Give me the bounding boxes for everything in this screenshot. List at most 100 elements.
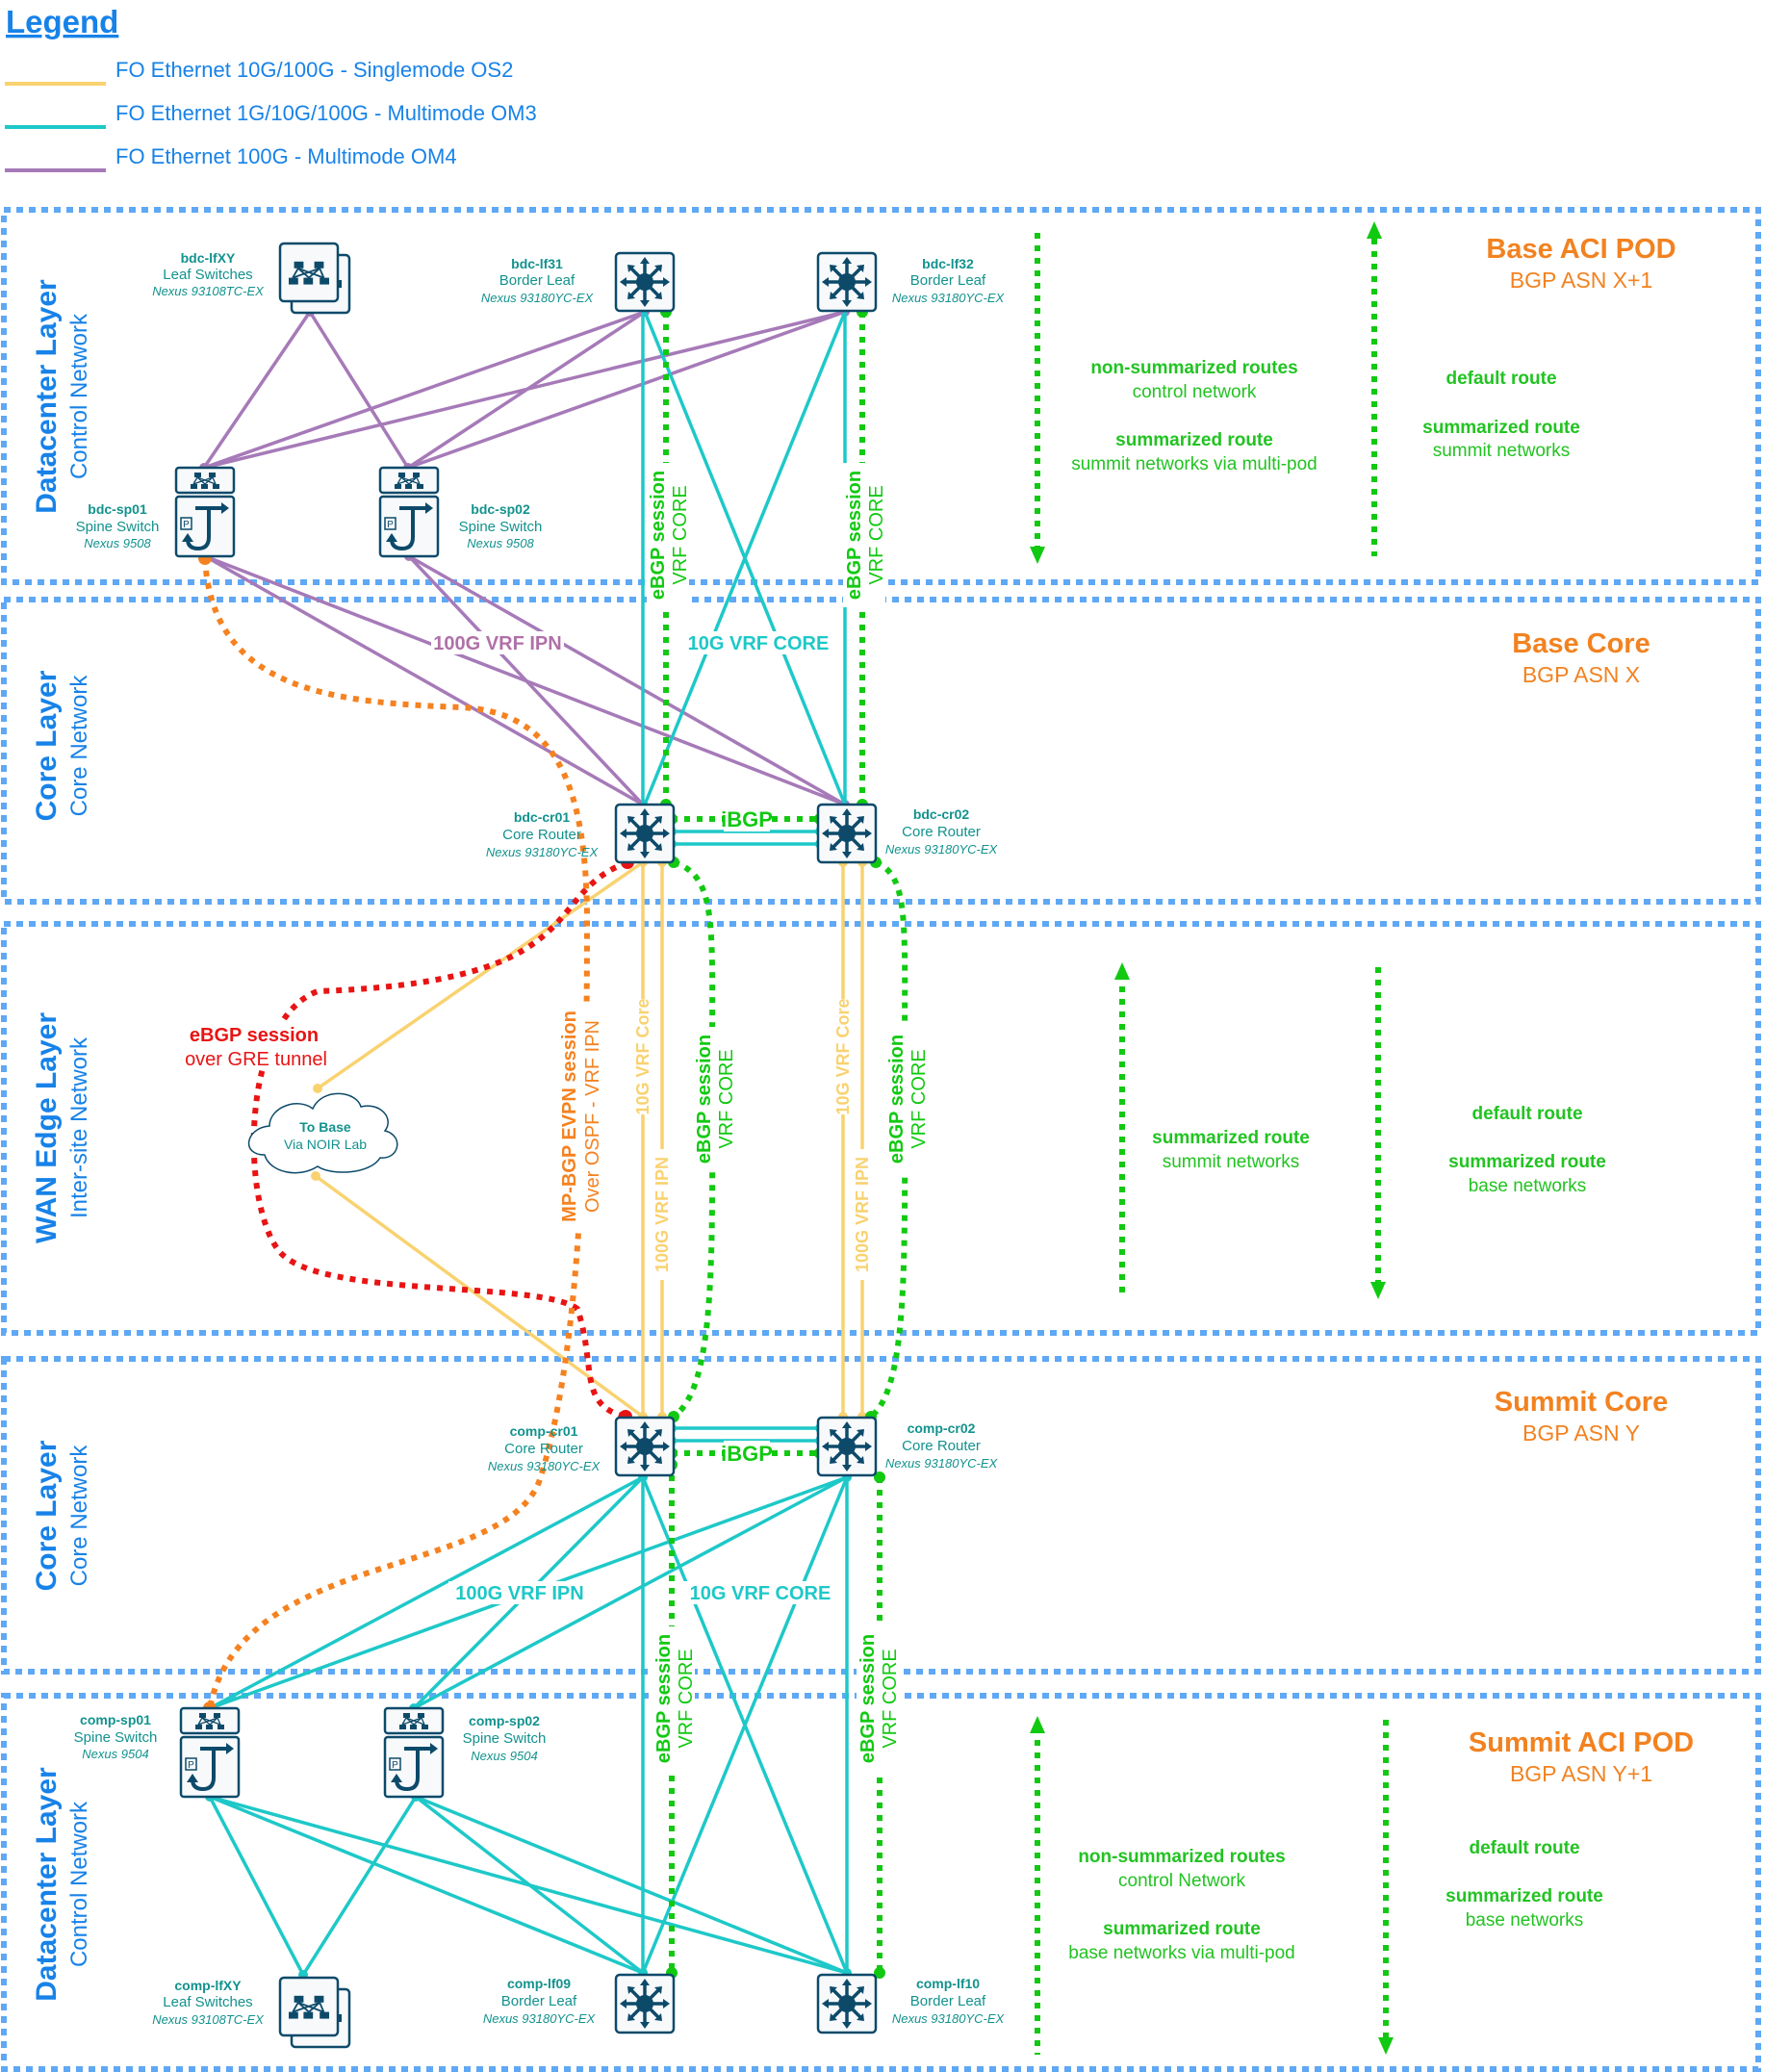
svg-text:10G VRF Core: 10G VRF Core xyxy=(833,998,853,1114)
svg-text:summit networks via multi-pod: summit networks via multi-pod xyxy=(1071,454,1317,474)
svg-text:Nexus 9508: Nexus 9508 xyxy=(467,536,534,550)
svg-text:Nexus 93180YC-EX: Nexus 93180YC-EX xyxy=(486,845,600,859)
svg-text:Spine Switch: Spine Switch xyxy=(74,1729,158,1746)
svg-text:Spine Switch: Spine Switch xyxy=(76,519,160,535)
svg-text:Nexus 93108TC-EX: Nexus 93108TC-EX xyxy=(152,2012,265,2027)
svg-text:comp-cr01: comp-cr01 xyxy=(510,1423,578,1439)
node-icon-comp-lfxy[interactable] xyxy=(280,1978,349,2047)
svg-text:base networks: base networks xyxy=(1469,1176,1587,1196)
svg-text:summarized route: summarized route xyxy=(1445,1886,1603,1906)
svg-text:bdc-sp02: bdc-sp02 xyxy=(471,501,530,517)
svg-text:eBGP session: eBGP session xyxy=(886,1035,908,1164)
node-label-comp-lf10: comp-lf10 Border Leaf Nexus 93180YC-EX xyxy=(892,1976,1006,2026)
legend-title: Legend xyxy=(6,4,118,39)
ebgp-label-wan-cr02: eBGP session VRF CORE xyxy=(885,1027,930,1171)
node-label-comp-sp01: comp-sp01 Spine Switch Nexus 9504 xyxy=(74,1712,158,1761)
layer-label-base-dc: Datacenter Layer Control Network xyxy=(31,279,92,514)
svg-text:Nexus 93180YC-EX: Nexus 93180YC-EX xyxy=(488,1459,601,1473)
svg-text:Core Router: Core Router xyxy=(502,827,581,843)
svg-text:non-summarized routes: non-summarized routes xyxy=(1090,358,1297,378)
node-icon-bdc-lf31[interactable] xyxy=(614,251,676,313)
node-icon-comp-lf10[interactable] xyxy=(816,1973,878,2034)
svg-text:Nexus 9508: Nexus 9508 xyxy=(84,536,151,550)
svg-text:comp-sp01: comp-sp01 xyxy=(80,1712,151,1727)
wan-label-10g-cr01: 10G VRF Core xyxy=(633,998,654,1115)
svg-text:BGP ASN X+1: BGP ASN X+1 xyxy=(1510,268,1653,293)
node-icon-bdc-sp01[interactable] xyxy=(176,468,234,556)
svg-text:summarized route: summarized route xyxy=(1103,1919,1261,1939)
layer-label-summit-dc: Datacenter Layer Control Network xyxy=(31,1767,92,2002)
svg-text:Via NOIR Lab: Via NOIR Lab xyxy=(284,1137,367,1152)
arrow-up-icon xyxy=(1367,221,1382,239)
links-summit-om3 xyxy=(208,1426,849,1976)
svg-text:comp-lf10: comp-lf10 xyxy=(916,1976,980,1991)
node-label-bdc-cr02: bdc-cr02 Core Router Nexus 93180YC-EX xyxy=(885,806,999,857)
svg-text:Border Leaf: Border Leaf xyxy=(499,272,576,289)
node-icon-bdc-cr02[interactable] xyxy=(816,803,878,864)
svg-text:summarized route: summarized route xyxy=(1152,1128,1310,1148)
legend-label-os2: FO Ethernet 10G/100G - Singlemode OS2 xyxy=(115,58,513,82)
wan-label-100g-cr01: 100G VRF IPN xyxy=(652,1149,674,1280)
node-icon-comp-sp01[interactable] xyxy=(181,1708,239,1797)
svg-text:eBGP session: eBGP session xyxy=(844,471,865,600)
svg-text:eBGP session: eBGP session xyxy=(648,471,669,600)
svg-text:comp-lf09: comp-lf09 xyxy=(507,1976,571,1991)
svg-text:base networks via multi-pod: base networks via multi-pod xyxy=(1068,1943,1295,1963)
domain-summit-aci-pod: Summit ACI POD BGP ASN Y+1 xyxy=(1469,1727,1694,1786)
ebgp-label-comp-lf10: eBGP session VRF CORE xyxy=(857,1626,901,1771)
svg-text:10G VRF Core: 10G VRF Core xyxy=(633,998,652,1114)
node-label-bdc-sp01: bdc-sp01 Spine Switch Nexus 9508 xyxy=(76,501,160,550)
link-label-summit-ipn: 100G VRF IPN xyxy=(455,1583,583,1604)
node-icon-bdc-sp02[interactable] xyxy=(380,468,438,556)
svg-text:Summit ACI POD: Summit ACI POD xyxy=(1469,1727,1694,1758)
svg-text:VRF CORE: VRF CORE xyxy=(880,1649,901,1748)
node-icon-bdc-cr01[interactable] xyxy=(614,803,676,864)
svg-text:Core Layer: Core Layer xyxy=(31,670,63,821)
svg-text:BGP ASN Y: BGP ASN Y xyxy=(1522,1420,1640,1445)
node-icon-comp-cr02[interactable] xyxy=(816,1416,878,1477)
svg-text:eBGP session: eBGP session xyxy=(857,1634,879,1763)
node-label-bdc-lfxy: bdc-lfXY Leaf Switches Nexus 93108TC-EX xyxy=(152,250,265,298)
svg-text:bdc-cr02: bdc-cr02 xyxy=(913,806,970,822)
ebgp-label-wan-cr01: eBGP session VRF CORE xyxy=(693,1027,737,1171)
routes-base-pod-up: default route summarized route summit ne… xyxy=(1422,369,1580,461)
svg-text:100G VRF IPN: 100G VRF IPN xyxy=(652,1157,672,1272)
arrow-up-icon xyxy=(1030,1716,1045,1733)
evpn-label: MP-BGP EVPN session Over OSPF - VRF IPN xyxy=(558,1003,603,1230)
svg-text:default route: default route xyxy=(1469,1838,1579,1858)
node-icon-comp-lf09[interactable] xyxy=(614,1973,676,2034)
gre-label: eBGP session over GRE tunnel xyxy=(178,1020,337,1070)
link-label-ibgp-base: iBGP xyxy=(721,807,773,831)
node-icon-bdc-lf32[interactable] xyxy=(816,251,878,313)
node-icon-comp-cr01[interactable] xyxy=(614,1416,676,1477)
svg-text:default route: default route xyxy=(1445,369,1556,389)
svg-text:control Network: control Network xyxy=(1118,1871,1245,1891)
svg-text:Nexus 9504: Nexus 9504 xyxy=(82,1747,148,1761)
svg-text:eBGP session: eBGP session xyxy=(653,1634,675,1763)
svg-text:Spine Switch: Spine Switch xyxy=(463,1730,547,1747)
legend-label-om3: FO Ethernet 1G/10G/100G - Multimode OM3 xyxy=(115,101,537,125)
svg-text:comp-sp02: comp-sp02 xyxy=(469,1713,540,1728)
links-base-om4 xyxy=(202,310,846,806)
node-icon-comp-sp02[interactable] xyxy=(385,1708,443,1797)
svg-text:bdc-cr01: bdc-cr01 xyxy=(514,809,571,825)
svg-text:VRF CORE: VRF CORE xyxy=(716,1049,737,1148)
layer-label-base-core: Core Layer Core Network xyxy=(31,670,92,821)
svg-text:eBGP session: eBGP session xyxy=(190,1025,319,1046)
node-icon-bdc-lfxy[interactable] xyxy=(280,243,349,313)
link-label-base-ipn: 100G VRF IPN xyxy=(433,633,561,654)
svg-text:MP-BGP EVPN session: MP-BGP EVPN session xyxy=(559,1010,580,1222)
svg-text:bdc-lf31: bdc-lf31 xyxy=(511,256,563,271)
arrow-down-icon xyxy=(1370,1282,1386,1299)
svg-text:summarized route: summarized route xyxy=(1448,1152,1606,1172)
node-label-comp-lf09: comp-lf09 Border Leaf Nexus 93180YC-EX xyxy=(483,1976,597,2026)
svg-text:Nexus 93108TC-EX: Nexus 93108TC-EX xyxy=(152,284,265,298)
svg-text:Core Router: Core Router xyxy=(902,824,981,840)
svg-text:VRF CORE: VRF CORE xyxy=(676,1649,697,1748)
link-label-base-core: 10G VRF CORE xyxy=(688,633,830,654)
svg-text:summarized route: summarized route xyxy=(1115,430,1273,450)
svg-text:Border Leaf: Border Leaf xyxy=(501,1993,577,2009)
cloud-to-base: To Base Via NOIR Lab xyxy=(247,1092,398,1174)
svg-text:Control Network: Control Network xyxy=(66,1801,92,1967)
svg-text:Datacenter Layer: Datacenter Layer xyxy=(31,1767,63,2002)
